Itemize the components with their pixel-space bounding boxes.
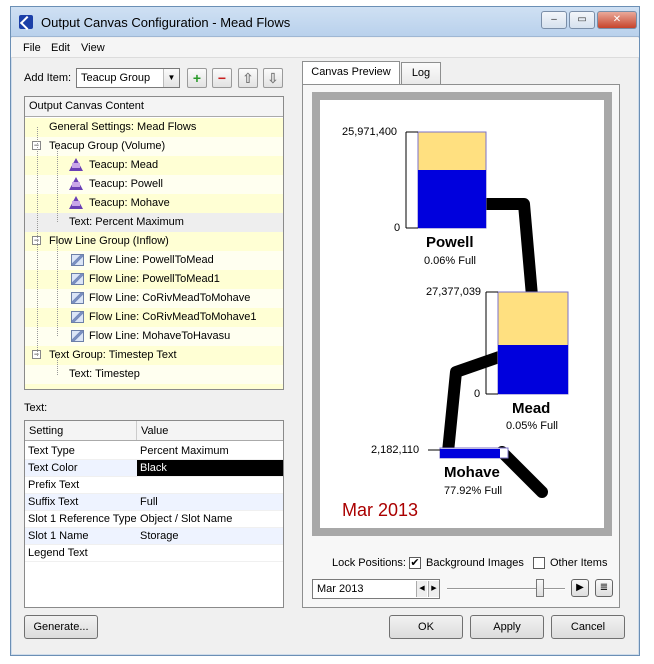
- apply-button[interactable]: Apply: [470, 615, 544, 639]
- tree-item-teacup-group[interactable]: − Teacup Group (Volume): [25, 137, 283, 156]
- tree-header: Output Canvas Content: [25, 97, 283, 117]
- mohave-percent: 77.92% Full: [444, 485, 503, 497]
- flow-line-mead-mohave: [442, 350, 504, 453]
- teacup-icon: [69, 177, 83, 190]
- property-row-slot1-reference-type[interactable]: Slot 1 Reference Type Object / Slot Name: [25, 511, 283, 528]
- title-bar: Output Canvas Configuration - Mead Flows…: [11, 7, 639, 37]
- tab-log[interactable]: Log: [401, 62, 441, 84]
- move-down-button[interactable]: ⇩: [263, 68, 283, 88]
- tree-item-teacup-powell[interactable]: Teacup: Powell: [25, 175, 283, 194]
- properties-header: Setting Value: [25, 421, 283, 441]
- menu-edit[interactable]: Edit: [51, 42, 70, 54]
- add-item-value: Teacup Group: [81, 72, 151, 84]
- flow-line-icon: [71, 292, 84, 304]
- lock-positions-label: Lock Positions:: [332, 557, 406, 569]
- mohave-name: Mohave: [444, 464, 500, 481]
- timestep-slider-track[interactable]: [447, 588, 565, 590]
- mead-percent: 0.05% Full: [506, 420, 558, 432]
- properties-section-label: Text:: [24, 402, 48, 414]
- flow-line-icon: [71, 311, 84, 323]
- tree-item-flow-line-group[interactable]: − Flow Line Group (Inflow): [25, 232, 283, 251]
- tree-guide: [57, 357, 58, 375]
- mohave-water-level: [440, 449, 500, 458]
- mead-max-label: 27,377,039: [426, 286, 482, 298]
- tree-item-text-percent-maximum[interactable]: Text: Percent Maximum: [25, 213, 283, 232]
- preview-canvas: 25,971,400 0 Powell 0.06% Full 27,377,03…: [320, 100, 604, 528]
- teacup-icon: [69, 196, 83, 209]
- tree-item-flow-coriv-mead-mohave1[interactable]: Flow Line: CoRivMeadToMohave1: [25, 308, 283, 327]
- other-items-checkbox[interactable]: [533, 557, 545, 569]
- property-row-suffix-text[interactable]: Suffix Text Full: [25, 494, 283, 511]
- generate-button[interactable]: Generate...: [24, 615, 98, 639]
- powell-max-label: 25,971,400: [342, 126, 398, 138]
- menu-view[interactable]: View: [81, 42, 105, 54]
- chevron-down-icon: ▼: [163, 69, 179, 87]
- powell-name: Powell: [426, 234, 474, 251]
- close-button[interactable]: ✕: [597, 11, 637, 29]
- minimize-button[interactable]: –: [541, 11, 567, 29]
- add-item-label: Add Item:: [24, 72, 72, 84]
- column-value: Value: [141, 425, 169, 437]
- tree-item-flow-powell-mead1[interactable]: Flow Line: PowellToMead1: [25, 270, 283, 289]
- tree-item-teacup-mead[interactable]: Teacup: Mead: [25, 156, 283, 175]
- mead-water-level: [498, 345, 568, 394]
- mohave-max-label: 2,182,110: [371, 444, 420, 456]
- add-button[interactable]: +: [187, 68, 207, 88]
- play-button[interactable]: ▶: [571, 579, 589, 597]
- remove-button[interactable]: −: [212, 68, 232, 88]
- tree-item-text-timestep[interactable]: Text: Timestep: [25, 365, 283, 384]
- property-row-legend-text[interactable]: Legend Text: [25, 545, 283, 562]
- tree-guide: [57, 243, 58, 336]
- tree-item-general-settings[interactable]: General Settings: Mead Flows: [25, 118, 283, 137]
- cancel-button[interactable]: Cancel: [551, 615, 625, 639]
- app-icon: [19, 15, 33, 29]
- other-items-label: Other Items: [550, 557, 608, 569]
- date-stepper[interactable]: Mar 2013 ◀ ▶: [312, 579, 440, 599]
- property-row-text-color[interactable]: Text Color Black: [25, 460, 283, 477]
- log-icon[interactable]: ≣: [595, 579, 613, 597]
- flow-line-icon: [71, 254, 84, 266]
- tree-item-text-group[interactable]: − Text Group: Timestep Text: [25, 346, 283, 365]
- menu-bar: File Edit View: [11, 38, 639, 58]
- menu-file[interactable]: File: [23, 42, 41, 54]
- background-images-checkbox[interactable]: ✔: [409, 557, 421, 569]
- flow-line-icon: [71, 273, 84, 285]
- tree-item-teacup-mohave[interactable]: Teacup: Mohave: [25, 194, 283, 213]
- tree-guide: [57, 148, 58, 222]
- tab-canvas-preview[interactable]: Canvas Preview: [302, 61, 400, 85]
- tree-guide: [37, 127, 38, 356]
- tree-item-flow-powell-mead[interactable]: Flow Line: PowellToMead: [25, 251, 283, 270]
- move-up-button[interactable]: ⇧: [238, 68, 258, 88]
- tree-item-flow-mohave-havasu[interactable]: Flow Line: MohaveToHavasu: [25, 327, 283, 346]
- property-row-prefix-text[interactable]: Prefix Text: [25, 477, 283, 494]
- timestep-text: Mar 2013: [342, 500, 419, 520]
- background-images-label: Background Images: [426, 557, 524, 569]
- mead-name: Mead: [512, 400, 551, 417]
- teacup-icon: [69, 158, 83, 171]
- powell-percent: 0.06% Full: [424, 255, 476, 267]
- powell-water-level: [418, 170, 486, 228]
- tree-item-flow-coriv-mead-mohave[interactable]: Flow Line: CoRivMeadToMohave: [25, 289, 283, 308]
- text-color-value: Black: [140, 462, 167, 474]
- add-item-select[interactable]: Teacup Group ▼: [76, 68, 180, 88]
- property-row-slot1-name[interactable]: Slot 1 Name Storage: [25, 528, 283, 545]
- timestep-slider-thumb[interactable]: [536, 579, 544, 597]
- step-forward-button[interactable]: ▶: [428, 581, 439, 597]
- maximize-button[interactable]: ▭: [569, 11, 595, 29]
- step-back-button[interactable]: ◀: [416, 581, 427, 597]
- flow-line-icon: [71, 330, 84, 342]
- window-title: Output Canvas Configuration - Mead Flows: [41, 15, 291, 30]
- canvas-content-tree: Output Canvas Content General Settings: …: [24, 96, 284, 390]
- powell-min-label: 0: [394, 222, 401, 234]
- date-value: Mar 2013: [317, 583, 364, 595]
- mead-min-label: 0: [474, 388, 481, 400]
- property-row-text-type[interactable]: Text Type Percent Maximum: [25, 443, 283, 460]
- column-setting: Setting: [29, 425, 64, 437]
- properties-grid: Setting Value Text Type Percent Maximum …: [24, 420, 284, 608]
- ok-button[interactable]: OK: [389, 615, 463, 639]
